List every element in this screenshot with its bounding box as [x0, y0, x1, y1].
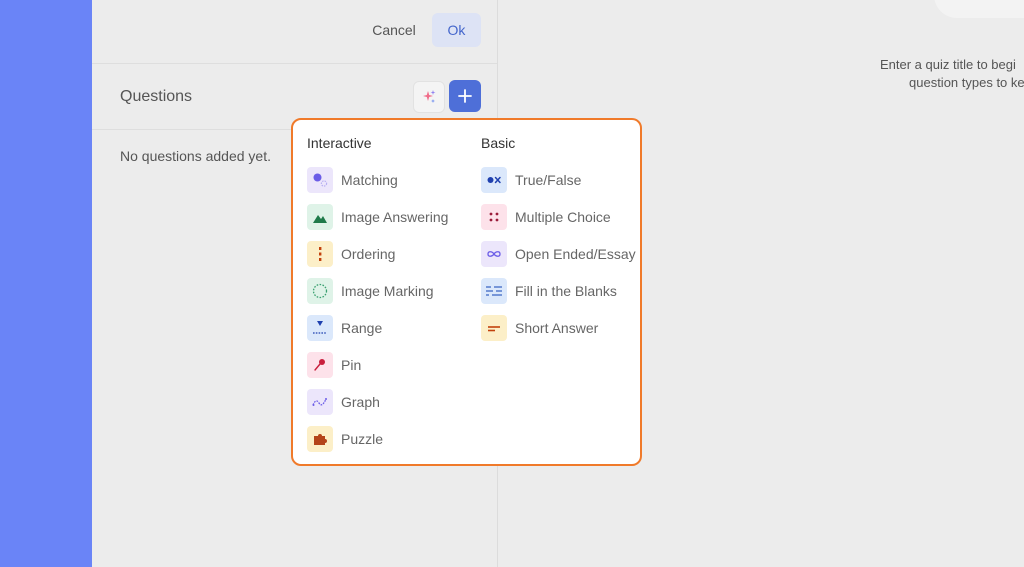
add-question-button[interactable] [449, 80, 481, 112]
cancel-button[interactable]: Cancel [362, 13, 426, 47]
menu-item-multiple-choice[interactable]: Multiple Choice [481, 204, 611, 230]
plus-icon [458, 89, 472, 103]
menu-item-label: Image Marking [341, 283, 434, 299]
quiz-hint-text: Enter a quiz title to begi question type… [880, 56, 1024, 92]
menu-item-label: Image Answering [341, 209, 449, 225]
menu-item-label: Matching [341, 172, 398, 188]
questions-title: Questions [120, 88, 193, 105]
menu-item-image-marking[interactable]: Image Marking [307, 278, 434, 304]
matching-icon [307, 167, 333, 193]
menu-item-true-false[interactable]: True/False [481, 167, 581, 193]
multiple-choice-icon [481, 204, 507, 230]
question-type-menu: Interactive Basic Matching Image Answeri… [291, 118, 642, 466]
ai-generate-button[interactable] [413, 81, 445, 113]
ok-button[interactable]: Ok [432, 13, 481, 47]
menu-item-short-answer[interactable]: Short Answer [481, 315, 598, 341]
menu-item-matching[interactable]: Matching [307, 167, 398, 193]
menu-item-range[interactable]: Range [307, 315, 382, 341]
menu-item-label: Pin [341, 357, 362, 373]
menu-item-pin[interactable]: Pin [307, 352, 361, 378]
graph-icon [307, 389, 333, 415]
menu-item-puzzle[interactable]: Puzzle [307, 426, 383, 452]
image-answering-icon [307, 204, 333, 230]
image-marking-icon [307, 278, 333, 304]
menu-item-label: Multiple Choice [515, 209, 611, 225]
menu-item-image-answering[interactable]: Image Answering [307, 204, 448, 230]
menu-item-label: True/False [515, 172, 582, 188]
puzzle-icon [307, 426, 333, 452]
menu-item-fill-blanks[interactable]: Fill in the Blanks [481, 278, 617, 304]
left-sidebar-strip [0, 0, 92, 567]
sparkle-icon [423, 90, 436, 103]
short-answer-icon [481, 315, 507, 341]
hint-line-1: Enter a quiz title to begi [880, 57, 1016, 72]
true-false-icon [481, 167, 507, 193]
pin-icon [307, 352, 333, 378]
hint-line-2: question types to ke [909, 75, 1024, 90]
menu-item-label: Ordering [341, 246, 396, 262]
menu-item-label: Short Answer [515, 320, 599, 336]
open-ended-icon [481, 241, 507, 267]
basic-column-title: Basic [481, 135, 516, 151]
menu-item-label: Puzzle [341, 431, 384, 447]
panel-topbar: Cancel Ok [92, 0, 497, 64]
menu-item-ordering[interactable]: Ordering [307, 241, 395, 267]
menu-item-label: Fill in the Blanks [515, 283, 617, 299]
interactive-column-title: Interactive [307, 135, 372, 151]
empty-questions-text: No questions added yet. [120, 148, 271, 164]
fill-blanks-icon [481, 278, 507, 304]
menu-item-open-ended[interactable]: Open Ended/Essay [481, 241, 636, 267]
ordering-icon [307, 241, 333, 267]
menu-item-label: Graph [341, 394, 380, 410]
range-icon [307, 315, 333, 341]
menu-item-graph[interactable]: Graph [307, 389, 380, 415]
decorative-shape [934, 0, 1024, 18]
menu-item-label: Range [341, 320, 383, 336]
menu-item-label: Open Ended/Essay [515, 246, 636, 262]
